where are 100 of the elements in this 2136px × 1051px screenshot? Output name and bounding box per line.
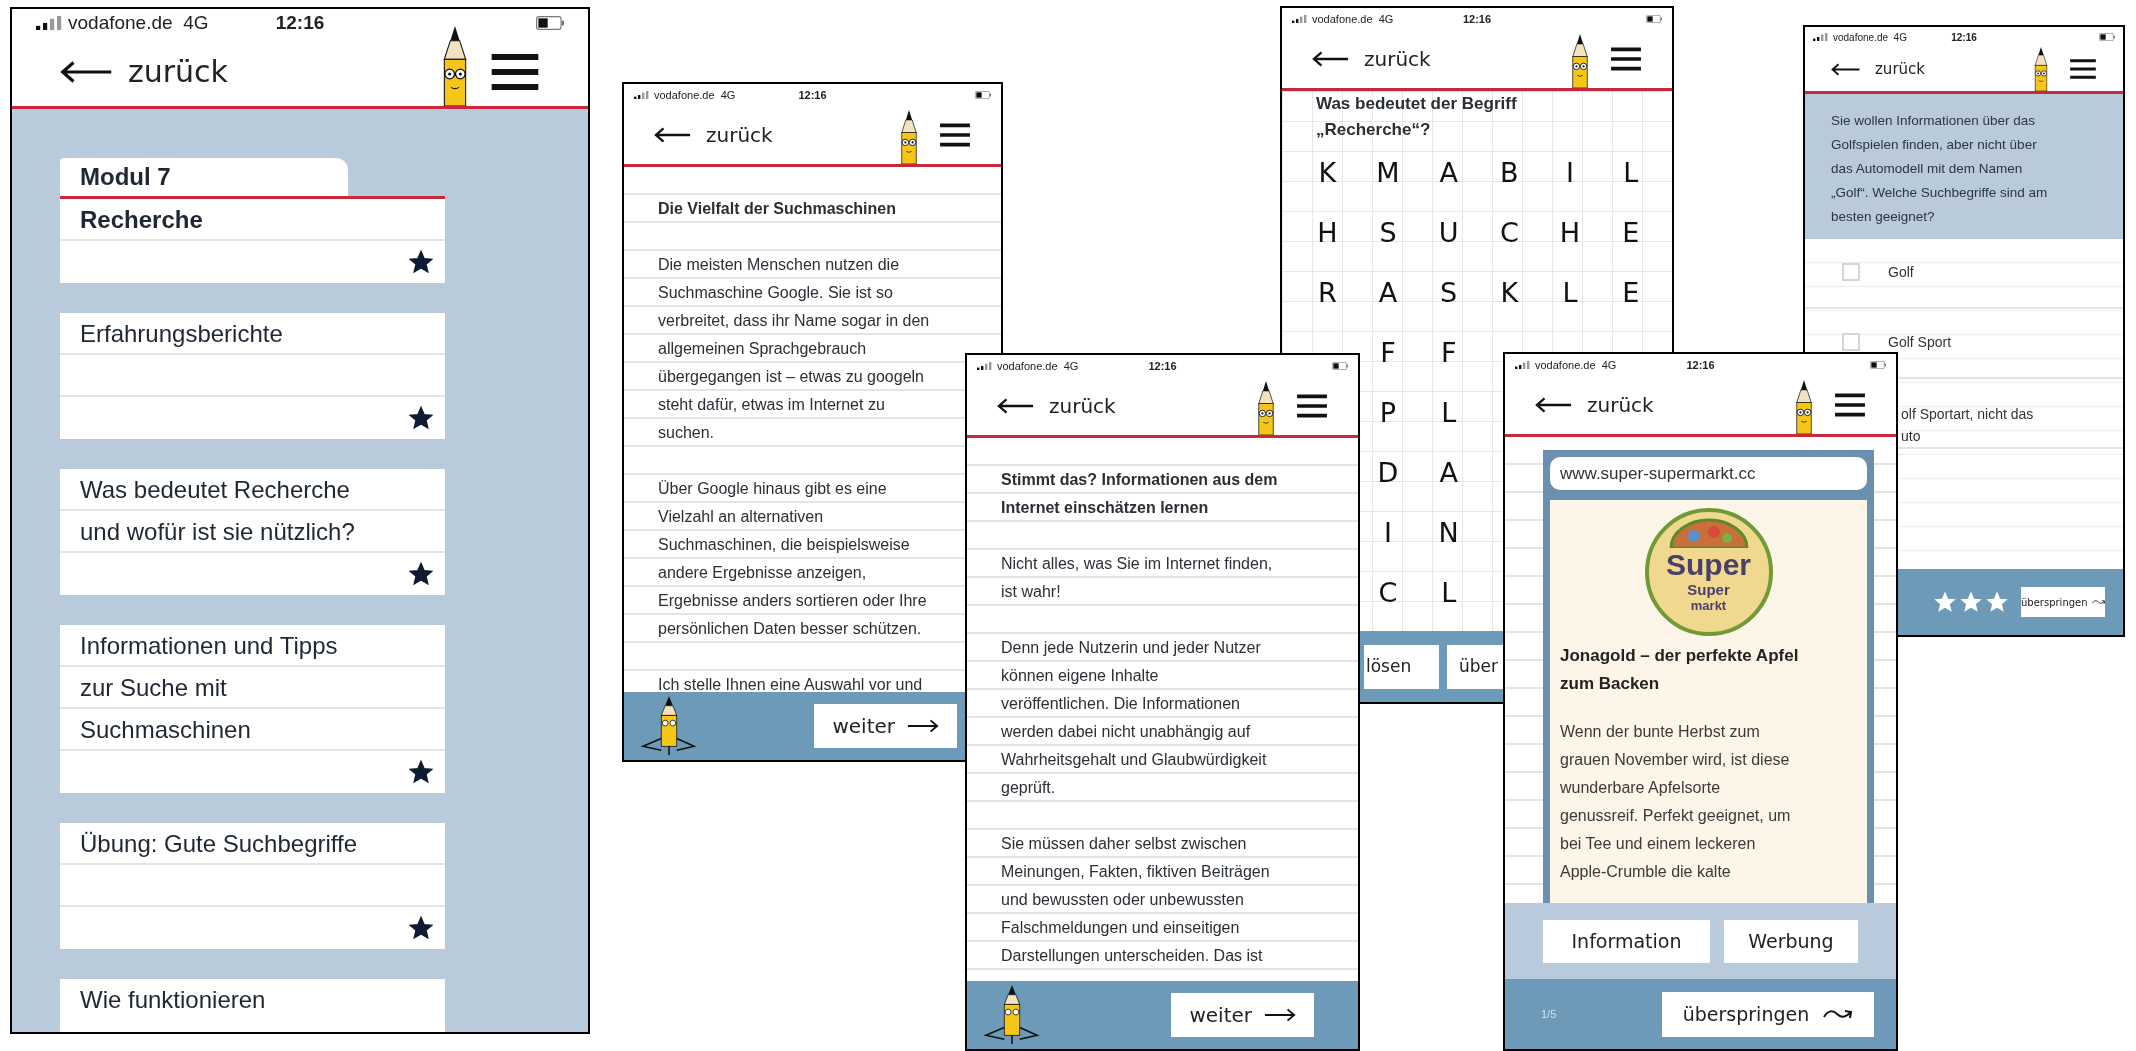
- grid-letter[interactable]: L: [1562, 272, 1578, 314]
- carrier-label: vodafone.de 4G: [997, 358, 1079, 374]
- arrow-right-icon: [907, 719, 939, 733]
- star-icon[interactable]: [409, 759, 433, 784]
- battery-icon: [1646, 15, 1662, 23]
- star-icon: [1985, 590, 2009, 614]
- menu-button[interactable]: [490, 51, 540, 92]
- answer-button[interactable]: Information: [1543, 919, 1710, 963]
- grid-letter[interactable]: L: [1623, 152, 1639, 194]
- menu-button[interactable]: [1834, 392, 1866, 418]
- battery-icon: [975, 91, 991, 99]
- star-icon[interactable]: [409, 561, 433, 586]
- grid-letter[interactable]: L: [1441, 572, 1457, 614]
- star-icon[interactable]: [409, 915, 433, 940]
- grid-letter[interactable]: I: [1566, 152, 1574, 194]
- option-label[interactable]: olf Sportart, nicht das uto: [1901, 403, 2034, 447]
- menu-icon: [939, 122, 971, 148]
- back-button[interactable]: zurück: [1831, 57, 1925, 81]
- skip-button[interactable]: überspringen: [1662, 991, 1874, 1037]
- grid-letter[interactable]: H: [1317, 212, 1338, 254]
- arrow-left-icon: [1831, 62, 1861, 76]
- menu-button[interactable]: [2069, 58, 2097, 80]
- grid-letter[interactable]: L: [1441, 392, 1457, 434]
- article-paragraph: Die meisten Menschen nutzen die Suchmaschine Google. Sie ist so verbreitet, dass ihr Name sogar in den allgemeinen Sprachgebrauch übergegangen ist – etwas zu googeln steht dafür, etwas im Internet zu suchen.: [658, 255, 931, 443]
- grid-letter[interactable]: F: [1380, 332, 1396, 374]
- grid-letter[interactable]: F: [1440, 332, 1457, 374]
- grid-letter[interactable]: E: [1622, 272, 1640, 314]
- battery-icon: [2099, 33, 2115, 41]
- menu-icon: [490, 51, 540, 92]
- grid-letter[interactable]: H: [1559, 212, 1581, 254]
- arrow-right-icon: [1264, 1008, 1296, 1022]
- lesson-card[interactable]: Informationen und Tipps zur Suche mit Suchmaschinen: [60, 624, 445, 793]
- solve-button[interactable]: lösen: [1364, 644, 1439, 689]
- checkbox[interactable]: [1842, 263, 1860, 281]
- carrier-label: vodafone.de 4G: [1833, 30, 1907, 45]
- next-button[interactable]: weiter: [814, 704, 957, 748]
- lesson-card[interactable]: Übung: Gute Suchbegriffe: [60, 822, 445, 949]
- answer-button[interactable]: Werbung: [1724, 919, 1858, 963]
- option-label[interactable]: Golf Sport: [1888, 331, 1952, 353]
- question-text: Sie wollen Informationen über das Golfspielen finden, aber nicht über das Automodell mit dem Namen „Golf“. Welche Suchbegriffe sind am besten geeignet?: [1805, 94, 2123, 239]
- back-button[interactable]: zurück: [654, 120, 773, 150]
- back-button[interactable]: zurück: [60, 49, 228, 94]
- checkbox[interactable]: [1842, 333, 1860, 351]
- grid-letter[interactable]: S: [1379, 212, 1397, 254]
- skip-button[interactable]: über: [1447, 644, 1503, 689]
- article-paragraph: Über Google hinaus gibt es eine Vielzahl an alternativen Suchmaschinen, die beispielsweise andere Ergebnisse anzeigen, Ergebnisse anders sortieren oder Ihre persönlichen Daten besser schützen.: [658, 479, 928, 639]
- next-button[interactable]: weiter: [1171, 993, 1314, 1037]
- grid-letter[interactable]: U: [1438, 212, 1459, 254]
- article-title: Die Vielfalt der Suchmaschinen: [658, 199, 897, 219]
- lesson-card[interactable]: Was bedeutet Recherche und wofür ist sie nützlich?: [60, 468, 445, 595]
- skip-button[interactable]: überspringen: [2021, 587, 2105, 617]
- back-button[interactable]: zurück: [997, 391, 1116, 421]
- squiggle-arrow-icon: [1823, 1008, 1854, 1020]
- lesson-card[interactable]: Erfahrungsberichte: [60, 312, 445, 439]
- url-field[interactable]: www.super-supermarkt.cc: [1550, 457, 1867, 490]
- signal-icon: [977, 362, 993, 370]
- article-paragraph: Sie müssen daher selbst zwischen Meinungen, Fakten, fiktiven Beiträgen und bewussten oder unbewussten Falschmeldungen und einseitigen Darstellungen unterscheiden. Das ist: [1001, 834, 1271, 966]
- grid-letter[interactable]: B: [1500, 152, 1519, 194]
- grid-letter[interactable]: P: [1379, 392, 1397, 434]
- menu-button[interactable]: [939, 122, 971, 148]
- menu-button[interactable]: [1610, 46, 1642, 72]
- battery-icon: [1332, 362, 1348, 370]
- grid-letter[interactable]: C: [1378, 572, 1398, 614]
- signal-icon: [634, 91, 650, 99]
- back-button[interactable]: zurück: [1312, 44, 1431, 74]
- status-time: 12:16: [1951, 30, 1977, 45]
- grid-letter[interactable]: A: [1439, 152, 1458, 194]
- grid-letter[interactable]: I: [1384, 512, 1392, 554]
- grid-letter[interactable]: A: [1439, 452, 1458, 494]
- grid-letter[interactable]: M: [1376, 152, 1400, 194]
- grid-letter[interactable]: A: [1378, 272, 1398, 314]
- menu-icon: [1610, 46, 1642, 72]
- grid-letter[interactable]: E: [1622, 212, 1640, 254]
- menu-icon: [2069, 58, 2097, 80]
- grid-letter[interactable]: K: [1500, 272, 1519, 314]
- star-icon[interactable]: [409, 249, 433, 274]
- signal-icon: [1515, 361, 1531, 369]
- star-icon: [1959, 590, 1983, 614]
- option-label[interactable]: Golf: [1888, 261, 1914, 283]
- module-card[interactable]: Recherche: [60, 195, 445, 283]
- menu-button[interactable]: [1296, 393, 1328, 419]
- grid-letter[interactable]: C: [1499, 212, 1519, 254]
- grid-letter[interactable]: S: [1440, 272, 1458, 314]
- status-time: 12:16: [798, 87, 827, 103]
- signal-icon: [36, 16, 64, 31]
- status-time: 12:16: [275, 11, 325, 35]
- carrier-label: vodafone.de 4G: [654, 87, 736, 103]
- star-icon: [1933, 590, 1957, 614]
- back-button[interactable]: zurück: [1535, 390, 1654, 420]
- grid-letter[interactable]: K: [1318, 152, 1337, 194]
- article-headline: Jonagold – der perfekte Apfel zum Backen: [1560, 645, 1800, 695]
- grid-letter[interactable]: D: [1377, 452, 1399, 494]
- grid-letter[interactable]: R: [1317, 272, 1337, 314]
- signal-icon: [1813, 33, 1829, 41]
- lesson-card[interactable]: Wie funktionieren: [60, 978, 445, 1032]
- signal-icon: [1292, 15, 1308, 23]
- star-icon[interactable]: [409, 405, 433, 430]
- arrow-left-icon: [1312, 51, 1350, 67]
- menu-icon: [1834, 392, 1866, 418]
- grid-letter[interactable]: N: [1438, 512, 1459, 554]
